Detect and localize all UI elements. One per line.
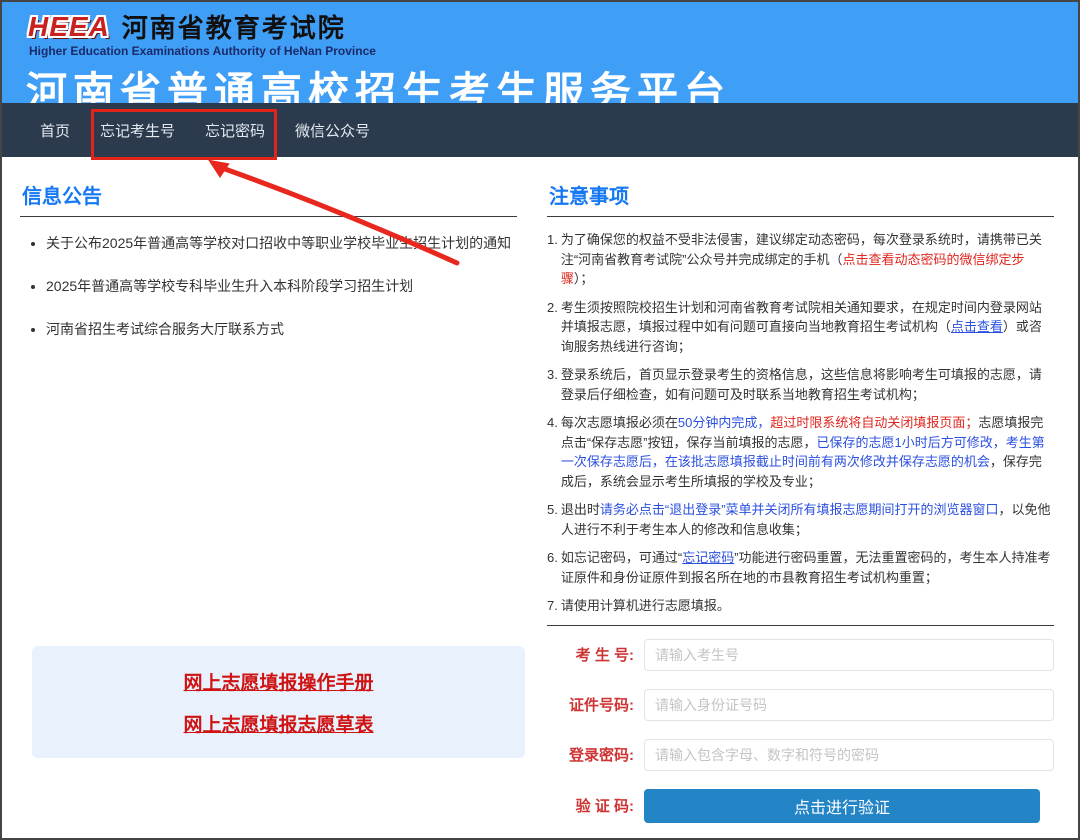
logo-row: HEEA 河南省教育考试院 xyxy=(28,8,346,45)
field-label: 登录密码: xyxy=(569,747,634,764)
inline-link[interactable]: 点击查看 xyxy=(951,319,1003,334)
text-segment: 退出时 xyxy=(560,502,600,517)
manual-link[interactable]: 网上志愿填报志愿草表 xyxy=(183,710,373,737)
login-form: 考 生 号: 证件号码: 登录密码: 验 证 码: 点击进行验证 xyxy=(547,638,1054,839)
notice-item: 3. 登录系统后，首页显示登录考生的资格信息，这些信息将影响考生可填报的志愿，请… xyxy=(547,365,1054,404)
page: HEEA 河南省教育考试院 Higher Education Examinati… xyxy=(0,0,1080,840)
divider xyxy=(547,624,1054,626)
login-text-input[interactable] xyxy=(644,638,1054,671)
captcha-button[interactable]: 点击进行验证 xyxy=(644,788,1040,823)
notice-number: 3. xyxy=(547,367,558,382)
notice-item: 7. 请使用计算机进行志愿填报。 xyxy=(547,596,1054,616)
announcement-link[interactable]: 关于公布2025年普通高等学校对口招收中等职业学校毕业生招生计划的通知 xyxy=(46,233,517,253)
form-row: 证件号码: xyxy=(547,688,1054,721)
manual-panel: 网上志愿填报操作手册 网上志愿填报志愿草表 xyxy=(32,646,525,758)
main-nav: 首页 忘记考生号 忘记密码 微信公众号 xyxy=(2,103,1078,157)
announcements-section: 信息公告 关于公布2025年普通高等学校对口招收中等职业学校毕业生招生计划的通知… xyxy=(20,180,517,362)
notice-text: 退出时请务必点击“退出登录”菜单并关闭所有填报志愿期间打开的浏览器窗口，以免他人… xyxy=(561,500,1054,539)
announcements-list: 关于公布2025年普通高等学校对口招收中等职业学校毕业生招生计划的通知 2025… xyxy=(20,233,517,339)
nav-item[interactable]: 忘记考生号 xyxy=(100,120,175,141)
notice-number: 7. xyxy=(547,598,558,613)
notice-number: 5. xyxy=(547,502,558,517)
notice-number: 4. xyxy=(547,415,558,430)
inline-link[interactable]: 忘记密码 xyxy=(682,550,734,565)
notices-title: 注意事项 xyxy=(549,186,629,208)
text-segment: 请使用计算机进行志愿填报。 xyxy=(560,598,730,613)
field-label: 考 生 号: xyxy=(575,647,634,664)
heea-logo-icon: HEEA xyxy=(28,10,110,42)
notice-text: 考生须按照院校招生计划和河南省教育考试院相关通知要求，在规定时间内登录网站并填报… xyxy=(561,298,1054,357)
notice-text: 每次志愿填报必须在50分钟内完成，超过时限系统将自动关闭填报页面；志愿填报完点击… xyxy=(561,413,1054,491)
notice-item: 6. 如忘记密码，可通过“忘记密码”功能进行密码重置，无法重置密码的，考生本人持… xyxy=(547,548,1054,587)
manual-link[interactable]: 网上志愿填报操作手册 xyxy=(183,668,373,695)
captcha-row: 验 证 码: 点击进行验证 xyxy=(547,788,1054,823)
text-segment: 登录系统后，首页显示登录考生的资格信息，这些信息将影响考生可填报的志愿，请登录后… xyxy=(560,367,1042,402)
site-header: HEEA 河南省教育考试院 Higher Education Examinati… xyxy=(2,2,1078,115)
notice-item: 4. 每次志愿填报必须在50分钟内完成，超过时限系统将自动关闭填报页面；志愿填报… xyxy=(547,413,1054,491)
text-segment: 每次志愿填报必须在 xyxy=(560,415,678,430)
nav-item[interactable]: 首页 xyxy=(40,120,70,141)
login-text-input[interactable] xyxy=(644,688,1054,721)
field-label: 证件号码: xyxy=(569,697,634,714)
nav-item[interactable]: 忘记密码 xyxy=(205,120,265,141)
form-row: 登录密码: xyxy=(547,738,1054,771)
notice-number: 1. xyxy=(547,232,558,247)
notice-text: 如忘记密码，可通过“忘记密码”功能进行密码重置，无法重置密码的，考生本人持准考证… xyxy=(561,548,1054,587)
notice-number: 6. xyxy=(547,550,558,565)
notice-number: 2. xyxy=(547,299,558,315)
divider xyxy=(20,216,517,217)
notice-item: 1. 为了确保您的权益不受非法侵害，建议绑定动态密码，每次登录系统时，请携带已关… xyxy=(547,230,1054,289)
notice-item: 5. 退出时请务必点击“退出登录”菜单并关闭所有填报志愿期间打开的浏览器窗口，以… xyxy=(547,500,1054,539)
notices-section: 注意事项 1. 为了确保您的权益不受非法侵害，建议绑定动态密码，每次登录系统时，… xyxy=(547,180,1054,839)
notice-item: 2. 考生须按照院校招生计划和河南省教育考试院相关通知要求，在规定时间内登录网站… xyxy=(547,298,1054,357)
notice-text: 为了确保您的权益不受非法侵害，建议绑定动态密码，每次登录系统时，请携带已关注“河… xyxy=(561,230,1054,289)
form-row: 考 生 号: xyxy=(547,638,1054,671)
notices-list: 1. 为了确保您的权益不受非法侵害，建议绑定动态密码，每次登录系统时，请携带已关… xyxy=(547,230,1054,616)
captcha-label: 验 证 码: xyxy=(575,798,634,815)
nav-item[interactable]: 微信公众号 xyxy=(295,120,370,141)
divider xyxy=(547,216,1054,217)
announcement-link[interactable]: 河南省招生考试综合服务大厅联系方式 xyxy=(46,319,517,339)
notice-text: 登录系统后，首页显示登录考生的资格信息，这些信息将影响考生可填报的志愿，请登录后… xyxy=(561,365,1054,404)
login-fields: 考 生 号: 证件号码: 登录密码: xyxy=(547,638,1054,771)
text-segment: 请务必点击“退出登录”菜单并关闭所有填报志愿期间打开的浏览器窗口 xyxy=(599,502,999,517)
text-segment: 超过时限系统将自动关闭填报页面； xyxy=(770,415,979,430)
org-name-cn: 河南省教育考试院 xyxy=(121,13,346,43)
text-segment: ）； xyxy=(573,271,594,286)
org-name-en: Higher Education Examinations Authority … xyxy=(29,44,376,58)
announcements-title: 信息公告 xyxy=(22,186,102,208)
notice-text: 请使用计算机进行志愿填报。 xyxy=(561,596,1054,616)
announcement-link[interactable]: 2025年普通高等学校专科毕业生升入本科阶段学习招生计划 xyxy=(46,276,517,296)
text-segment: 50分钟内完成， xyxy=(677,415,771,430)
text-segment: 如忘记密码，可通过“ xyxy=(560,550,683,565)
login-text-input[interactable] xyxy=(644,738,1054,771)
